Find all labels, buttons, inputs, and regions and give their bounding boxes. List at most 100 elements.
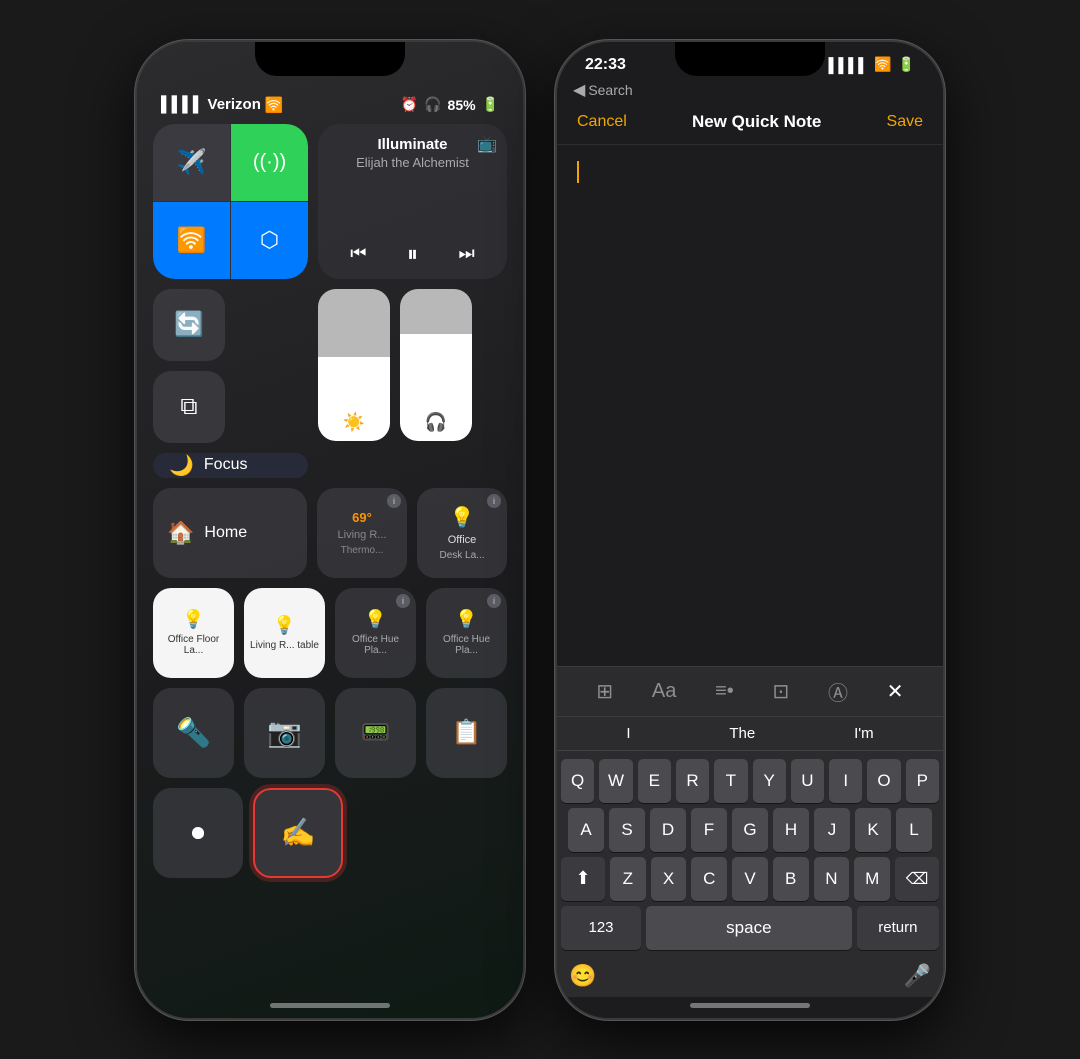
delete-key[interactable]: ⌫: [895, 857, 939, 901]
memo-button-highlighted[interactable]: ✍️: [253, 788, 343, 878]
bluetooth-icon: ⬡: [260, 227, 279, 253]
emoji-button[interactable]: 😊: [569, 963, 596, 989]
signal-bars-icon: ▌▌▌▌: [828, 57, 868, 73]
key-b[interactable]: B: [773, 857, 809, 901]
suggestion-3[interactable]: I'm: [854, 725, 874, 742]
volume-slider[interactable]: 🎧: [400, 289, 472, 441]
camera-toolbar-button[interactable]: ⊡: [773, 679, 790, 704]
remote-button[interactable]: 📟: [335, 688, 416, 778]
home-row-1: 🏠 Home i 69° Living R... Thermo... i 💡 O…: [153, 488, 507, 578]
key-v[interactable]: V: [732, 857, 768, 901]
airplane-mode-button[interactable]: ✈️: [153, 124, 230, 201]
keyboard: Q W E R T Y U I O P A S D F G H J K L: [557, 751, 943, 959]
battery-status-icon: 🔋: [898, 56, 915, 73]
office-floor-lamp-tile[interactable]: 💡 Office Floor La...: [153, 588, 234, 678]
fast-forward-button[interactable]: ⏭: [459, 243, 475, 264]
thermostat-tile[interactable]: i 69° Living R... Thermo...: [317, 488, 407, 578]
key-w[interactable]: W: [599, 759, 632, 803]
space-key[interactable]: space: [646, 906, 852, 950]
brightness-slider[interactable]: ☀️: [318, 289, 390, 441]
headphone-icon: 🎧: [424, 96, 441, 113]
key-y[interactable]: Y: [753, 759, 786, 803]
time-display: 22:33: [585, 56, 626, 74]
suggestion-1[interactable]: I: [626, 725, 630, 742]
notes-home-bar-area: [557, 997, 943, 1018]
key-d[interactable]: D: [650, 808, 686, 852]
key-u[interactable]: U: [791, 759, 824, 803]
track-title: Illuminate: [330, 136, 495, 153]
bottom-row: ⏺ ✍️: [153, 788, 507, 878]
office-hue-1-tile[interactable]: i 💡 Office Hue Pla...: [335, 588, 416, 678]
key-z[interactable]: Z: [610, 857, 646, 901]
key-t[interactable]: T: [714, 759, 747, 803]
screen-mirror-button[interactable]: ⧉: [153, 371, 225, 443]
left-phone: ▌▌▌▌ Verizon 🛜 ⏰ 🎧 85% 🔋 ✈️: [135, 40, 525, 1020]
mic-button[interactable]: 🎤: [904, 963, 931, 989]
camera-button[interactable]: 📷: [244, 688, 325, 778]
key-f[interactable]: F: [691, 808, 727, 852]
sliders-col: ☀️ 🎧: [318, 289, 472, 441]
key-g[interactable]: G: [732, 808, 768, 852]
back-button[interactable]: ◀ Search: [573, 80, 633, 100]
cellular-button[interactable]: ((·)): [231, 124, 308, 201]
home-button[interactable]: 🏠 Home: [153, 488, 307, 578]
now-playing-tile[interactable]: 📺 Illuminate Elijah the Alchemist ⏮ ⏸ ⏭: [318, 124, 507, 279]
hue-1-icon: 💡: [364, 609, 386, 630]
key-j[interactable]: J: [814, 808, 850, 852]
key-c[interactable]: C: [691, 857, 727, 901]
notes-header: Cancel New Quick Note Save: [557, 106, 943, 145]
wifi-status-icon: 🛜: [874, 56, 891, 73]
pause-button[interactable]: ⏸: [407, 241, 418, 267]
format-toolbar-button[interactable]: Aa: [652, 680, 676, 703]
bluetooth-button[interactable]: ⬡: [231, 202, 308, 279]
save-button[interactable]: Save: [887, 113, 923, 131]
flashlight-button[interactable]: 🔦: [153, 688, 234, 778]
key-i[interactable]: I: [829, 759, 862, 803]
remote-icon: 📟: [361, 718, 391, 747]
key-x[interactable]: X: [651, 857, 687, 901]
desk-lamp-tile[interactable]: i 💡 Office Desk La...: [417, 488, 507, 578]
return-key[interactable]: return: [857, 906, 939, 950]
connectivity-block[interactable]: ✈️ ((·)) 🛜 ⬡: [153, 124, 308, 279]
notes-body[interactable]: [557, 145, 943, 666]
key-e[interactable]: E: [638, 759, 671, 803]
cancel-button[interactable]: Cancel: [577, 113, 627, 131]
wifi-icon: 🛜: [265, 96, 284, 114]
numbers-key[interactable]: 123: [561, 906, 641, 950]
back-arrow-icon: ◀: [573, 80, 585, 100]
living-room-table-tile[interactable]: 💡 Living R... table: [244, 588, 325, 678]
key-s[interactable]: S: [609, 808, 645, 852]
quick-note-button[interactable]: 📋: [426, 688, 507, 778]
key-q[interactable]: Q: [561, 759, 594, 803]
rewind-button[interactable]: ⏮: [350, 243, 366, 264]
screen-record-button[interactable]: ⏺: [153, 788, 243, 878]
screen-rotation-button[interactable]: 🔄: [153, 289, 225, 361]
table-toolbar-button[interactable]: ⊞: [596, 679, 613, 704]
focus-button[interactable]: 🌙 Focus: [153, 453, 308, 478]
key-a[interactable]: A: [568, 808, 604, 852]
markup-toolbar-button[interactable]: Ⓐ: [828, 677, 848, 706]
hue-2-icon: 💡: [455, 609, 477, 630]
office-hue-2-tile[interactable]: i 💡 Office Hue Pla...: [426, 588, 507, 678]
right-status-icons: ⏰ 🎧 85% 🔋: [401, 96, 499, 113]
key-n[interactable]: N: [814, 857, 850, 901]
wifi-icon: 🛜: [177, 226, 207, 255]
key-h[interactable]: H: [773, 808, 809, 852]
notes-title: New Quick Note: [692, 112, 821, 132]
key-l[interactable]: L: [896, 808, 932, 852]
carrier-label: Verizon: [208, 96, 261, 113]
key-k[interactable]: K: [855, 808, 891, 852]
keyboard-row-4: 123 space return: [561, 906, 939, 950]
key-o[interactable]: O: [867, 759, 900, 803]
key-r[interactable]: R: [676, 759, 709, 803]
list-toolbar-button[interactable]: ≡•: [715, 680, 734, 703]
top-row: ✈️ ((·)) 🛜 ⬡ 📺 Illuminat: [153, 124, 507, 279]
close-toolbar-button[interactable]: ✕: [887, 679, 904, 704]
key-p[interactable]: P: [906, 759, 939, 803]
key-m[interactable]: M: [854, 857, 890, 901]
floor-lamp-icon: 💡: [182, 609, 204, 630]
wifi-button[interactable]: 🛜: [153, 202, 230, 279]
suggestion-2[interactable]: The: [729, 725, 755, 742]
floor-lamp-label: Office Floor La...: [159, 634, 228, 656]
shift-key[interactable]: ⬆: [561, 857, 605, 901]
